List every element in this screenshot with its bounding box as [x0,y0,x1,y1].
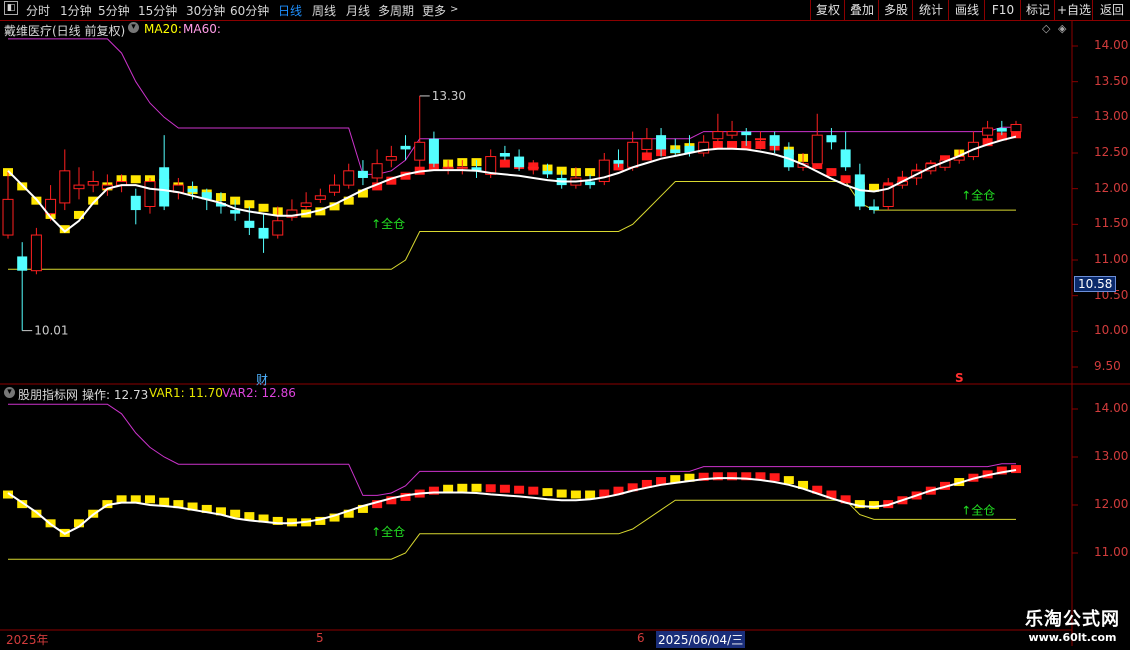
buy-signal-2: ↑全仓 [961,187,995,202]
sub-ma20-block [783,476,794,485]
price-axis-label: 13.00 [1094,109,1129,124]
candle-body-down [996,128,1007,132]
candle-body-up [371,163,383,179]
candle-body-down [542,170,553,175]
candle-body-down [585,181,596,186]
sub-var2-line [8,403,1016,496]
candle-body-up [442,166,454,169]
price-tag: 10.58 [1074,276,1117,292]
sub-ma20-block [485,484,496,493]
candle-body-up [712,131,724,140]
sub-ma20-block [556,489,567,498]
candle-body-down [656,135,667,150]
sub-ma20-block [457,483,468,492]
sub-axis-label: 13.00 [1094,449,1129,463]
sub-axis-label: 11.00 [1094,545,1129,559]
candle-body-down [670,149,681,153]
candle-body-up [527,166,539,169]
financial-report-marker[interactable]: 财 [256,371,268,388]
month-5-label: 5 [316,631,324,645]
site-logo: 乐淘公式网 www.60lt.com [1025,609,1120,644]
candle-body-down [826,135,837,143]
sub-ma20-block [769,473,780,482]
candle-body-down [840,149,851,168]
price-axis-label: 14.00 [1094,38,1129,52]
buy-signal-1: ↑全仓 [371,216,405,231]
price-axis-label: 11.50 [1094,216,1129,231]
low-marker-text: 10.01 [34,324,68,338]
sub-ma20-block [471,483,482,492]
sub-buy-signal-2: ↑全仓 [961,503,995,518]
month-6-label: 6 [637,631,645,645]
candle-body-down [17,256,28,271]
candle-body-up [385,156,397,161]
candle-body-up [73,184,85,190]
sub-ma20-block [144,495,155,504]
sub-ma20-block [570,490,581,499]
candle-body-up [144,181,156,208]
sub-ma20-block [514,485,525,494]
candle-body-up [343,170,355,186]
sub-ma20-block [499,484,510,493]
sub-buy-signal-1: ↑全仓 [371,524,405,539]
price-axis-label: 11.00 [1094,252,1129,266]
sub-ma20-block [1011,465,1021,474]
candle-body-up [59,170,71,204]
candle-body-up [1010,123,1022,133]
candle-body-down [613,160,624,164]
candle-body-up [300,202,312,208]
candle-body-down [428,138,439,164]
candle-body-down [741,131,752,136]
candle-body-up [811,134,823,165]
candle-body-up [329,184,341,193]
year-label: 2025年 [6,633,49,647]
candle-body-up [87,181,99,186]
price-axis-label: 13.50 [1094,73,1129,88]
candle-body-up [30,234,42,272]
ma20-block [130,175,141,184]
candle-body-up [456,166,468,169]
kline-chart[interactable]: 13.30 10.01 ↑全仓 ↑全仓 ↑全仓 ↑全仓 [0,0,1130,650]
candle-body-down [869,206,880,211]
candle-body-up [627,141,639,168]
candle-body-up [982,127,994,136]
candle-body-up [641,138,653,150]
candle-body-down [244,220,255,228]
price-axis-label: 9.50 [1094,359,1121,373]
candle-body-up [726,131,738,136]
candle-body-down [499,153,510,157]
candle-body-down [187,188,198,193]
ma20-block [499,159,510,168]
sub-axis-label: 12.00 [1094,497,1129,511]
sub-axis-label: 14.00 [1094,401,1129,415]
candle-body-up [414,141,426,161]
high-marker-text: 13.30 [432,89,466,103]
candle-body-up [314,195,326,200]
candle-body-up [272,220,284,236]
ma20-block [826,168,837,177]
candle-body-up [2,198,14,236]
candle-body-up [754,138,766,141]
candle-body-down [514,156,525,168]
price-axis-label: 12.00 [1094,180,1129,195]
sub-ma20-block [585,490,596,499]
ma20-block [258,203,269,212]
candle-body-down [769,135,780,146]
price-axis-label: 12.50 [1094,145,1129,159]
sub-ma20-block [542,488,553,497]
s-marker[interactable]: S [955,371,964,385]
sub-ma20-block [159,497,170,506]
var2-line [8,38,1016,175]
cursor-date: 2025/06/04/三 [656,631,746,648]
candle-body-down [230,210,241,214]
price-axis-label: 10.00 [1094,323,1129,338]
candle-body-down [400,145,411,150]
candle-body-down [258,227,269,239]
ma20-block [840,175,851,184]
candle-body-down [130,195,141,211]
sub-var1-line [8,499,1016,560]
candle-body-down [357,170,368,178]
sub-ma20-block [528,486,539,495]
candle-body-down [159,167,170,207]
